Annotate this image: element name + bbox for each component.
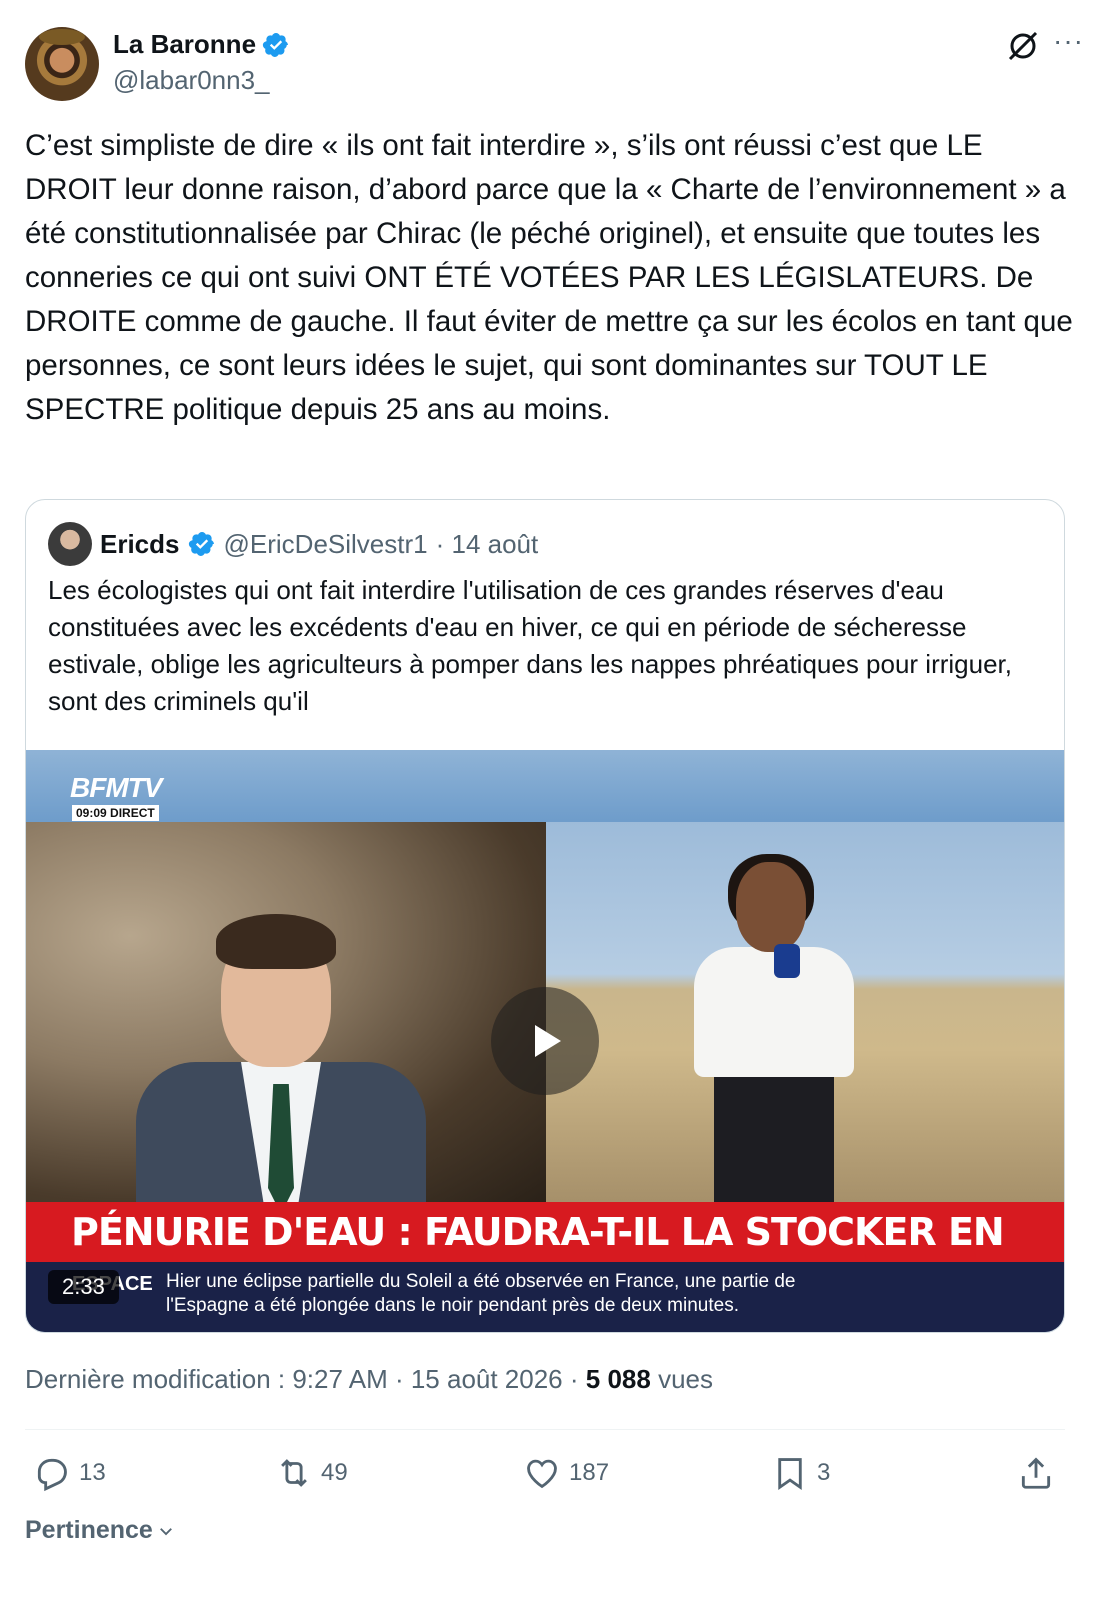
author-avatar[interactable] [25, 27, 99, 101]
author-name[interactable]: La Baronne [113, 29, 256, 60]
heart-icon [527, 1459, 557, 1489]
video-left-panel [26, 822, 546, 1222]
video-player[interactable]: BFMTV 09:09 DIRECT PÉNURIE D'EAU : FAUDR… [26, 750, 1064, 1332]
quoted-author-handle[interactable]: @EricDeSilvestr1 [224, 529, 428, 560]
channel-logo: BFMTV [70, 772, 162, 803]
repost-icon [281, 1459, 307, 1487]
reply-icon [37, 1458, 67, 1492]
tweet-text: C’est simpliste de dire « ils ont fait i… [25, 129, 1073, 426]
bookmark-icon [778, 1458, 802, 1490]
bookmark-count: 3 [817, 1459, 831, 1486]
quoted-author-name[interactable]: Ericds [100, 529, 180, 560]
reply-button[interactable]: 13 [33, 1454, 106, 1492]
share-icon [1021, 1457, 1051, 1489]
verified-badge-icon [262, 32, 288, 57]
bookmark-button[interactable]: 3 [771, 1454, 830, 1492]
video-headline: PÉNURIE D'EAU : FAUDRA-T-IL LA STOCKER E… [26, 1202, 1064, 1314]
news-ticker: ESPACE Hier une éclipse partielle du Sol… [26, 1262, 1064, 1332]
play-icon [535, 1025, 561, 1057]
chevron-down-icon [159, 1527, 172, 1535]
action-bar: 13 49 187 3 [25, 1450, 1065, 1502]
author-handle[interactable]: @labar0nn3_ [113, 65, 270, 96]
author-name-line[interactable]: La Baronne [113, 29, 290, 60]
video-duration: 2:33 [48, 1270, 119, 1304]
tweet-header: La Baronne @labar0nn3_ ··· [25, 25, 1088, 101]
like-button[interactable]: 187 [523, 1454, 609, 1492]
tweet-timestamp: Dernière modification : 9:27 AM · 15 aoû… [25, 1364, 713, 1395]
timestamp-label[interactable]: Dernière modification : 9:27 AM · 15 aoû… [25, 1364, 586, 1394]
quoted-author-avatar[interactable] [48, 522, 92, 566]
reply-sort-dropdown[interactable]: Pertinence [25, 1516, 175, 1545]
repost-button[interactable]: 49 [275, 1454, 348, 1492]
quoted-tweet-header: Ericds @EricDeSilvestr1 · 14 août [48, 522, 538, 566]
divider [25, 1429, 1065, 1430]
share-button[interactable] [1017, 1454, 1055, 1492]
views-count: 5 088 [585, 1364, 651, 1394]
quoted-tweet-date[interactable]: · 14 août [436, 529, 539, 560]
repost-count: 49 [321, 1459, 348, 1486]
verified-badge-icon [188, 532, 214, 556]
live-time-tag: 09:09 DIRECT [72, 805, 159, 821]
video-right-panel [546, 822, 1064, 1202]
ticker-text: Hier une éclipse partielle du Soleil a é… [166, 1271, 796, 1316]
sort-label: Pertinence [25, 1516, 153, 1544]
reply-count: 13 [79, 1459, 106, 1486]
grok-icon[interactable] [1006, 29, 1040, 63]
quoted-tweet-text: Les écologistes qui ont fait interdire l… [48, 575, 1013, 716]
more-options-icon[interactable]: ··· [1053, 27, 1084, 55]
like-count: 187 [569, 1459, 610, 1486]
quoted-tweet[interactable]: Ericds @EricDeSilvestr1 · 14 août Les éc… [25, 499, 1065, 1333]
play-button[interactable] [491, 987, 599, 1095]
views-label: vues [650, 1364, 713, 1394]
